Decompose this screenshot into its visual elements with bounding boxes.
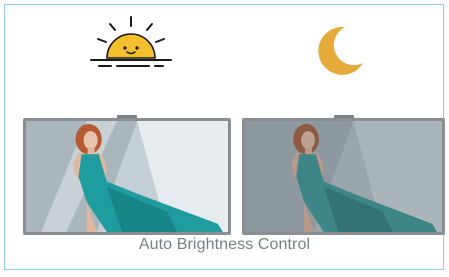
tv-bright [23, 115, 231, 235]
tv-dim [242, 115, 445, 235]
tv-frame [23, 118, 231, 235]
caption: Auto Brightness Control [138, 236, 311, 253]
sun-icon [90, 16, 172, 67]
bright-screen [26, 121, 228, 232]
panel-frame [4, 4, 445, 270]
tv-frame [242, 118, 445, 235]
moon-icon [318, 26, 363, 75]
dim-screen [245, 121, 442, 232]
